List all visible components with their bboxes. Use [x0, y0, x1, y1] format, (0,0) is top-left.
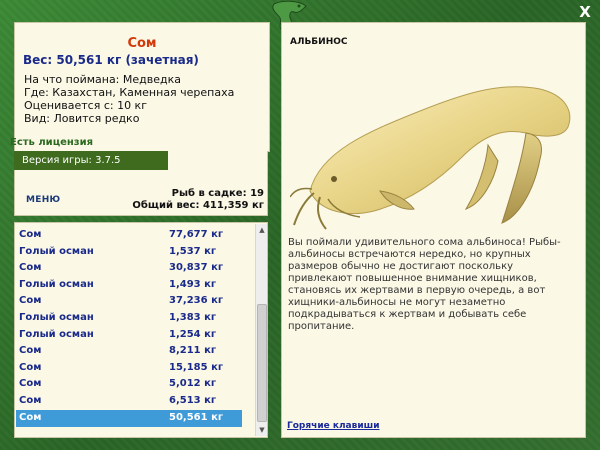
version-bar-rest: [168, 151, 268, 170]
catch-fish-name: Голый осман: [19, 312, 94, 323]
catch-list-row[interactable]: Сом 37,236 кг: [16, 293, 242, 310]
fish-count: Рыб в садке: 19: [171, 188, 264, 199]
albino-catfish-image: [290, 86, 571, 230]
catch-fish-name: Сом: [19, 262, 42, 274]
license-status: Есть лицензия: [10, 137, 94, 148]
scroll-up-arrow-icon[interactable]: ▲: [256, 224, 267, 236]
catch-fish-weight: 15,185 кг: [169, 361, 224, 373]
catch-fish-name: Сом: [19, 229, 42, 240]
fish-name: Сом: [127, 36, 157, 51]
catch-fish-weight: 30,837 кг: [169, 262, 224, 274]
scroll-thumb[interactable]: [257, 304, 267, 422]
catch-fish-weight: 1,537 кг: [169, 245, 217, 257]
fish-weight: Вес: 50,561 кг (зачетная): [23, 53, 199, 67]
hotkeys-link[interactable]: Горячие клавиши: [287, 421, 380, 431]
catch-list-row[interactable]: Голый осман 1,537 кг: [16, 244, 242, 261]
catch-fish-weight: 37,236 кг: [169, 295, 224, 307]
catch-fish-weight: 8,211 кг: [169, 345, 217, 357]
catch-fish-name: Сом: [19, 345, 42, 357]
version-bar: Версия игры: 3.7.5: [14, 151, 168, 170]
catch-list-row[interactable]: Сом 5,012 кг: [16, 376, 242, 393]
menu-button[interactable]: МЕНЮ: [26, 195, 60, 205]
catch-list-row[interactable]: Голый осман 1,383 кг: [16, 310, 242, 327]
bait-info: На что поймана: Медведка: [24, 73, 181, 86]
catch-fish-weight: 50,561 кг: [169, 411, 224, 423]
catch-fish-weight: 1,383 кг: [169, 312, 217, 323]
catch-list-row[interactable]: Голый осман 1,493 кг: [16, 277, 242, 294]
catch-fish-weight: 5,012 кг: [169, 378, 217, 390]
valuation-info: Оценивается с: 10 кг: [24, 99, 147, 112]
rarity-info: Вид: Ловится редко: [24, 112, 140, 125]
catch-fish-weight: 77,677 кг: [169, 229, 224, 240]
fish-description: Вы поймали удивительного сома альбиноса!…: [288, 237, 561, 332]
catch-list: Сом 77,677 кг Голый осман 1,537 кг Сом 30,837…: [14, 222, 268, 438]
catch-list-row[interactable]: Сом 30,837 кг: [16, 260, 242, 277]
total-weight: Общий вес: 411,359 кг: [132, 200, 264, 211]
catch-fish-name: Голый осман: [19, 245, 94, 257]
catch-fish-name: Голый осман: [19, 328, 94, 340]
detail-title: АЛЬБИНОС: [290, 37, 348, 47]
catch-fish-weight: 6,513 кг: [169, 395, 217, 406]
scroll-down-arrow-icon[interactable]: ▼: [256, 424, 267, 436]
catch-fish-name: Сом: [19, 295, 42, 307]
catch-list-row[interactable]: Сом 15,185 кг: [16, 360, 242, 377]
catch-list-row[interactable]: Сом 6,513 кг: [16, 393, 242, 410]
list-scrollbar[interactable]: ▲ ▼: [255, 224, 267, 436]
catch-fish-name: Сом: [19, 395, 42, 406]
catch-fish-name: Сом: [19, 411, 42, 423]
catch-list-row[interactable]: Сом 8,211 кг: [16, 343, 242, 360]
catch-fish-name: Сом: [19, 361, 42, 373]
catch-fish-name: Голый осман: [19, 278, 94, 290]
catch-list-row[interactable]: Голый осман 1,254 кг: [16, 327, 242, 344]
catch-list-row[interactable]: Сом 77,677 кг: [16, 227, 242, 244]
fish-detail-panel: АЛЬБИНОС Вы поймали удивительного сома а…: [281, 22, 586, 438]
catch-fish-weight: 1,493 кг: [169, 278, 217, 290]
catch-fish-name: Сом: [19, 378, 42, 390]
catch-fish-weight: 1,254 кг: [169, 328, 217, 340]
location-info: Где: Казахстан, Каменная черепаха: [24, 86, 235, 99]
catch-list-row[interactable]: Сом 50,561 кг: [16, 409, 242, 427]
close-button[interactable]: X: [576, 3, 594, 21]
